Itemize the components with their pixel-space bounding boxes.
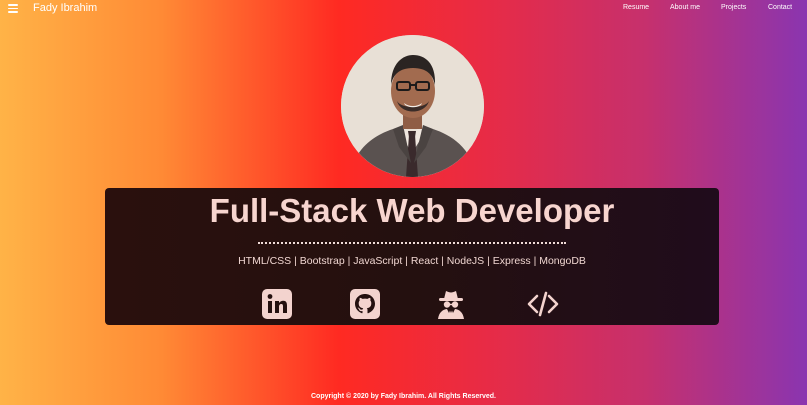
nav-links: Resume About me Projects Contact xyxy=(0,4,807,16)
hero-title: Full-Stack Web Developer xyxy=(209,192,615,229)
nav-link-about-me[interactable]: About me xyxy=(670,4,700,11)
spy-incognito-icon[interactable] xyxy=(435,288,467,320)
code-icon[interactable] xyxy=(527,288,559,320)
navbar: Fady Ibrahim Resume About me Projects Co… xyxy=(0,0,807,18)
nav-link-projects[interactable]: Projects xyxy=(721,4,746,11)
github-icon[interactable] xyxy=(349,288,381,320)
skills-list: HTML/CSS | Bootstrap | JavaScript | Reac… xyxy=(238,255,586,267)
footer-copyright: Copyright © 2020 by Fady Ibrahim. All Ri… xyxy=(310,393,496,400)
hero-card: Full-Stack Web Developer HTML/CSS | Boot… xyxy=(105,188,719,325)
nav-link-resume[interactable]: Resume xyxy=(623,4,649,11)
dotted-divider xyxy=(258,242,566,244)
profile-photo-avatar xyxy=(341,35,484,177)
nav-link-contact[interactable]: Contact xyxy=(768,4,792,11)
profile-photo xyxy=(341,35,484,177)
linkedin-icon[interactable] xyxy=(261,288,293,320)
